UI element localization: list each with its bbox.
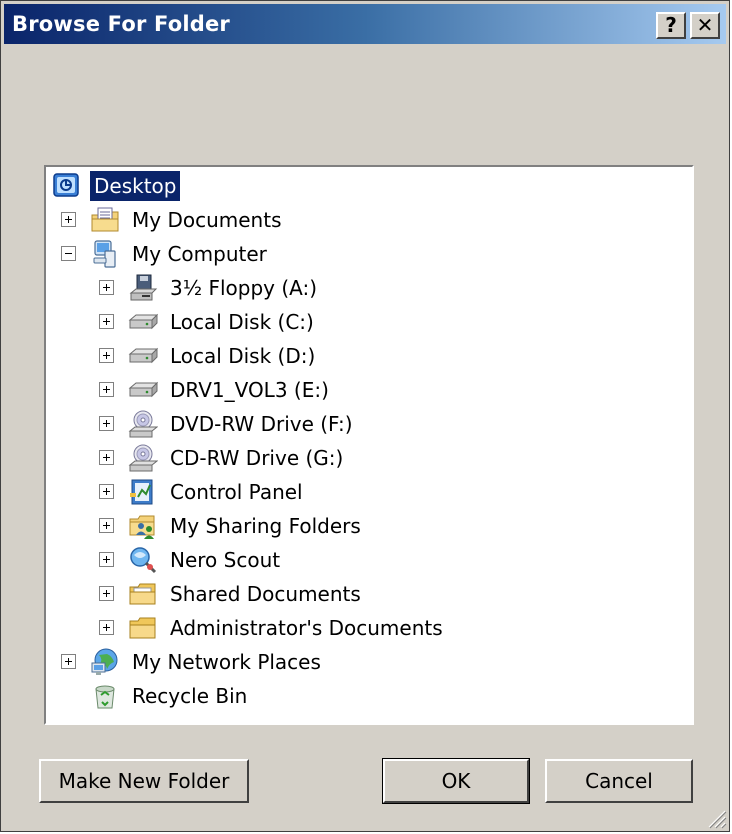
tree-item-label: Local Disk (D:) [170,344,316,368]
title-bar[interactable]: Browse For Folder ? ✕ [4,4,726,44]
tree-item-my-documents[interactable]: My Documents [46,203,686,237]
expand-toggle[interactable] [61,212,76,227]
collapse-toggle[interactable] [61,246,76,261]
tree-item-label: Local Disk (C:) [170,310,314,334]
tree-item-label: DRV1_VOL3 (E:) [170,378,329,402]
make-new-folder-button[interactable]: Make New Folder [39,759,249,803]
folder-tree[interactable]: Desktop My Documents My Computer 3½ Flop… [44,165,694,725]
expand-toggle[interactable] [99,450,114,465]
tree-item-control-panel[interactable]: Control Panel [46,475,686,509]
help-button[interactable]: ? [656,12,686,39]
expand-toggle[interactable] [99,280,114,295]
tree-item-label: CD-RW Drive (G:) [170,446,344,470]
tree-item-cd-rw-g[interactable]: CD-RW Drive (G:) [46,441,686,475]
window-title: Browse For Folder [12,12,230,36]
tree-item-label: My Sharing Folders [170,514,361,538]
tree-item-label: Nero Scout [170,548,281,572]
expand-toggle[interactable] [99,416,114,431]
cancel-button[interactable]: Cancel [545,759,693,803]
expand-toggle[interactable] [99,314,114,329]
tree-item-label: My Documents [132,208,282,232]
tree-item-administrators-documents[interactable]: Administrator's Documents [46,611,686,645]
folder-icon [129,583,156,605]
tree-item-local-disk-d[interactable]: Local Disk (D:) [46,339,686,373]
expand-toggle[interactable] [99,552,114,567]
recycle-bin-icon [95,685,115,709]
tree-item-my-network-places[interactable]: My Network Places [46,645,686,679]
folder-icon [129,617,156,639]
tree-item-label: My Network Places [132,650,321,674]
tree-item-my-sharing-folders[interactable]: My Sharing Folders [46,509,686,543]
close-button[interactable]: ✕ [690,12,720,39]
hard-disk-icon [128,313,158,330]
my-computer-icon [93,240,116,268]
tree-item-label: Administrator's Documents [170,616,443,640]
expand-toggle[interactable] [99,484,114,499]
expand-toggle[interactable] [99,518,114,533]
hard-disk-icon [128,347,158,364]
optical-drive-icon [128,410,158,438]
tree-item-floppy-a[interactable]: 3½ Floppy (A:) [46,271,686,305]
resize-grip-icon[interactable] [705,807,727,829]
tree-item-local-disk-c[interactable]: Local Disk (C:) [46,305,686,339]
shared-folder-icon [129,515,155,539]
control-panel-icon [130,479,153,505]
expand-toggle[interactable] [99,348,114,363]
network-places-icon [91,648,118,675]
tree-item-label: 3½ Floppy (A:) [170,276,318,300]
tree-item-label: Shared Documents [170,582,361,606]
tree-item-label: My Computer [132,242,267,266]
expand-toggle[interactable] [99,382,114,397]
tree-item-label: Control Panel [170,480,303,504]
expand-toggle[interactable] [61,654,76,669]
tree-item-label: Recycle Bin [132,684,248,708]
tree-item-shared-documents[interactable]: Shared Documents [46,577,686,611]
nero-scout-icon [130,547,157,574]
expand-toggle[interactable] [99,586,114,601]
tree-item-recycle-bin[interactable]: Recycle Bin [46,679,686,713]
tree-item-label: DVD-RW Drive (F:) [170,412,353,436]
tree-item-desktop[interactable]: Desktop [52,169,252,203]
tree-item-dvd-rw-f[interactable]: DVD-RW Drive (F:) [46,407,686,441]
floppy-drive-icon [129,274,158,301]
optical-drive-icon [128,444,158,472]
tree-item-drv1-vol3-e[interactable]: DRV1_VOL3 (E:) [46,373,686,407]
ok-button[interactable]: OK [382,758,530,804]
tree-item-nero-scout[interactable]: Nero Scout [46,543,686,577]
expand-toggle[interactable] [99,620,114,635]
browse-for-folder-dialog: Browse For Folder ? ✕ Desktop My Documen… [0,0,730,832]
desktop-icon [53,173,79,197]
my-documents-icon [91,207,119,232]
hard-disk-icon [128,381,158,398]
tree-item-my-computer[interactable]: My Computer [46,237,686,271]
tree-item-label: Desktop [90,171,181,201]
